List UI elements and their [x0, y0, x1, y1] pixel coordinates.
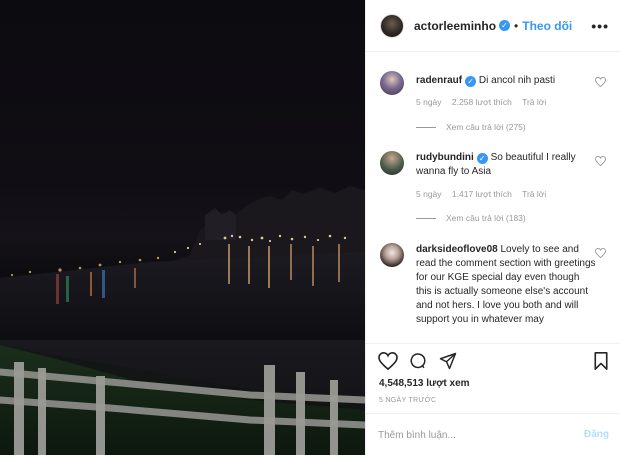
post-comment-button[interactable]: Đăng: [584, 429, 609, 440]
commenter-avatar[interactable]: [380, 151, 404, 175]
post-date[interactable]: 5 NGÀY TRƯỚC: [379, 397, 436, 404]
commenter-username[interactable]: rudybundini: [416, 152, 474, 163]
commenter-avatar[interactable]: [380, 243, 404, 267]
heart-icon[interactable]: [595, 248, 606, 258]
heart-icon[interactable]: [595, 156, 606, 166]
view-replies-label[interactable]: Xem câu trả lời (183): [446, 213, 526, 223]
post-actions: 4,548,513 lượt xem 5 NGÀY TRƯỚC: [366, 343, 620, 413]
commenter-avatar[interactable]: [380, 71, 404, 95]
view-replies-button[interactable]: Xem câu trả lời (183): [416, 213, 526, 223]
post-header: actorleeminho ✓ • Theo dõi •••: [366, 0, 620, 52]
commenter-username[interactable]: radenrauf: [416, 75, 462, 86]
night-city-video-frame: [0, 186, 365, 455]
comment-time[interactable]: 5 ngày: [416, 97, 442, 107]
heart-icon[interactable]: [595, 77, 606, 87]
comment-item: rudybundini ✓ So beautiful I really wanna…: [380, 151, 610, 226]
comment-text-block: rudybundini ✓ So beautiful I really wanna…: [416, 151, 596, 179]
view-replies-button[interactable]: Xem câu trả lời (275): [416, 122, 526, 132]
comment-item: darksideoflove08 Lovely to see and read …: [380, 243, 610, 343]
more-options-icon[interactable]: •••: [591, 18, 609, 34]
add-comment-input[interactable]: [378, 428, 558, 442]
follow-button[interactable]: Theo dõi: [522, 19, 572, 33]
view-replies-label[interactable]: Xem câu trả lời (275): [446, 122, 526, 132]
comment-text: Di ancol nih pasti: [478, 75, 556, 86]
comment-item: radenrauf ✓ Di ancol nih pasti 5 ngày 2.2…: [380, 71, 610, 141]
author-avatar[interactable]: [380, 13, 404, 38]
verified-badge-icon: ✓: [465, 76, 477, 87]
post-sidebar: actorleeminho ✓ • Theo dõi ••• radenrauf…: [365, 0, 620, 455]
comment-meta: 5 ngày 1.417 lượt thích Trả lời: [416, 189, 554, 199]
comment-likes[interactable]: 1.417 lượt thích: [452, 189, 512, 199]
heart-icon[interactable]: [378, 352, 398, 370]
comment-likes[interactable]: 2.258 lượt thích: [452, 97, 512, 107]
replies-divider-line: [416, 217, 436, 219]
add-comment-bar: Đăng: [366, 413, 620, 455]
bookmark-button[interactable]: [593, 352, 609, 370]
comment-text-block: darksideoflove08 Lovely to see and read …: [416, 243, 596, 327]
comment-text-block: radenrauf ✓ Di ancol nih pasti: [416, 74, 596, 88]
author-username[interactable]: actorleeminho: [414, 19, 496, 33]
reply-button[interactable]: Trả lời: [522, 189, 546, 199]
comment-meta: 5 ngày 2.258 lượt thích Trả lời: [416, 97, 554, 107]
post-media[interactable]: [0, 0, 365, 455]
replies-divider-line: [416, 126, 436, 128]
verified-badge-icon: ✓: [476, 153, 488, 164]
comment-text: Lovely to see and read the comment secti…: [416, 244, 596, 325]
comments-list[interactable]: radenrauf ✓ Di ancol nih pasti 5 ngày 2.2…: [366, 53, 620, 343]
bookmark-icon[interactable]: [593, 352, 609, 370]
view-count[interactable]: 4,548,513 lượt xem: [379, 378, 470, 389]
share-icon[interactable]: [438, 352, 458, 370]
comment-icon[interactable]: [408, 352, 428, 370]
verified-badge-icon: ✓: [499, 20, 511, 31]
action-icons: [378, 352, 458, 370]
commenter-username[interactable]: darksideoflove08: [416, 244, 498, 255]
reply-button[interactable]: Trả lời: [522, 97, 546, 107]
separator-dot: •: [514, 18, 519, 33]
comment-time[interactable]: 5 ngày: [416, 189, 442, 199]
